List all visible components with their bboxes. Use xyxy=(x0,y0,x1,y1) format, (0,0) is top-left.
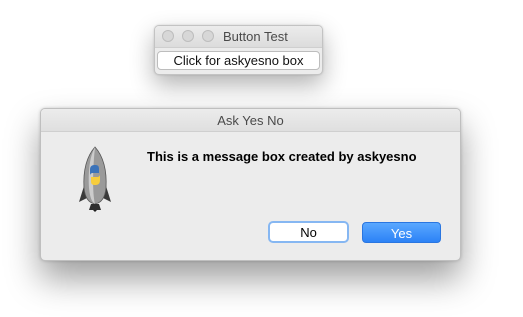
python-rocket-icon xyxy=(79,146,111,212)
button-test-title: Button Test xyxy=(223,29,288,44)
zoom-window-icon[interactable] xyxy=(202,30,214,42)
yes-button[interactable]: Yes xyxy=(362,222,441,243)
button-test-content: Click for askyesno box xyxy=(155,48,322,74)
minimize-window-icon[interactable] xyxy=(182,30,194,42)
askyesno-button[interactable]: Click for askyesno box xyxy=(157,51,320,70)
dialog-message: This is a message box created by askyesn… xyxy=(147,149,417,164)
dialog-title: Ask Yes No xyxy=(217,113,284,128)
dialog-titlebar[interactable]: Ask Yes No xyxy=(41,109,460,132)
close-window-icon[interactable] xyxy=(162,30,174,42)
ask-yes-no-dialog: Ask Yes No This is a message box created… xyxy=(40,108,461,261)
button-test-titlebar[interactable]: Button Test xyxy=(155,26,322,48)
no-button[interactable]: No xyxy=(268,221,349,243)
button-test-window: Button Test Click for askyesno box xyxy=(154,25,323,75)
